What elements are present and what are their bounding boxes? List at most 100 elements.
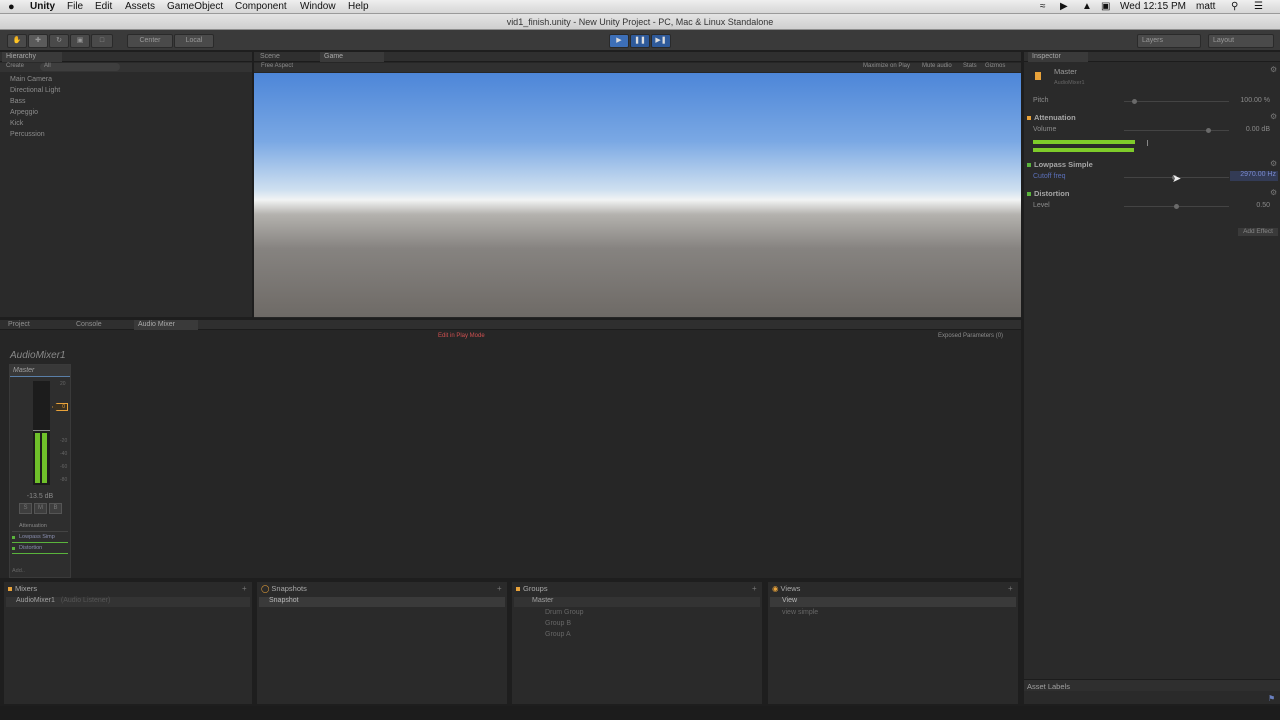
mute-button[interactable]: M [34, 503, 47, 514]
group-item[interactable]: Drum Group [545, 609, 584, 616]
tab-audio-mixer[interactable]: Audio Mixer [134, 320, 198, 330]
aspect-dropdown[interactable]: Free Aspect [261, 63, 293, 69]
hierarchy-item[interactable]: Directional Light [10, 87, 60, 94]
notifications-icon[interactable]: ☰ [1254, 1, 1263, 12]
menu-component[interactable]: Component [235, 1, 287, 12]
play-button-icon[interactable]: ▶ [609, 34, 629, 48]
hierarchy-item[interactable]: Bass [10, 98, 26, 105]
menu-file[interactable]: File [67, 1, 83, 12]
hierarchy-item[interactable]: Percussion [10, 131, 45, 138]
view-item[interactable]: View [770, 597, 1016, 607]
attenuation-section-header[interactable]: Attenuation [1027, 113, 1076, 122]
group-item[interactable]: Group A [545, 631, 571, 638]
exposed-parameters-dropdown[interactable]: Exposed Parameters (0) [938, 333, 1003, 339]
settings-gear-icon[interactable]: ⚙ [1270, 65, 1277, 74]
menu-help[interactable]: Help [348, 1, 369, 12]
spotlight-icon[interactable]: ⚲ [1231, 1, 1238, 12]
add-snapshot-icon[interactable]: + [497, 584, 502, 593]
add-effect-button[interactable]: Add Effect [1237, 227, 1279, 237]
attenuation-title: Attenuation [1034, 113, 1076, 122]
tab-console[interactable]: Console [72, 320, 132, 330]
distortion-gear-icon[interactable]: ⚙ [1270, 188, 1277, 197]
mute-audio-toggle[interactable]: Mute audio [922, 63, 952, 69]
pitch-slider-knob[interactable] [1132, 99, 1137, 104]
step-button-icon[interactable]: ▶❚ [651, 34, 671, 48]
tag-icon[interactable]: ⚑ [1268, 694, 1275, 703]
lowpass-section-header[interactable]: Lowpass Simple [1027, 160, 1093, 169]
effect-slot-attenuation[interactable]: Attenuation [12, 523, 68, 532]
hierarchy-item[interactable]: Kick [10, 120, 23, 127]
game-view-viewport[interactable] [254, 73, 1021, 317]
distortion-section-header[interactable]: Distortion [1027, 189, 1069, 198]
menu-assets[interactable]: Assets [125, 1, 155, 12]
level-slider-knob[interactable] [1174, 204, 1179, 209]
hand-tool-icon[interactable]: ✋ [7, 34, 27, 48]
tab-inspector[interactable]: Inspector [1028, 52, 1088, 62]
layout-dropdown[interactable]: Layout [1208, 34, 1274, 48]
volume-value[interactable]: 0.00 dB [1230, 126, 1270, 133]
move-tool-icon[interactable]: ✚ [28, 34, 48, 48]
lowpass-gear-icon[interactable]: ⚙ [1270, 159, 1277, 168]
app-menu[interactable]: Unity [30, 1, 55, 12]
mixer-list-item[interactable]: AudioMixer1 (Audio Listener) [6, 597, 250, 607]
menu-gameobject[interactable]: GameObject [167, 1, 223, 12]
attenuation-gear-icon[interactable]: ⚙ [1270, 112, 1277, 121]
hierarchy-item[interactable]: Arpeggio [10, 109, 38, 116]
group-item-master[interactable]: Master [514, 597, 760, 607]
effect-slot-distortion[interactable]: Distortion [12, 545, 68, 554]
apple-menu-icon[interactable]: ● [8, 1, 15, 13]
maximize-on-play-toggle[interactable]: Maximize on Play [863, 63, 910, 69]
pivot-center-button[interactable]: Center [127, 34, 173, 48]
level-value[interactable]: 0.50 [1230, 202, 1270, 209]
game-tabbar: Scene Game [254, 52, 1021, 62]
snapshots-header: ◯ Snapshots [261, 584, 307, 594]
calendar-icon[interactable]: ▣ [1101, 1, 1110, 12]
volume-meter-right [1033, 148, 1134, 152]
bypass-button[interactable]: B [49, 503, 62, 514]
add-mixer-icon[interactable]: + [242, 584, 247, 593]
cutoff-value-field[interactable]: 2970.00 Hz [1230, 171, 1278, 181]
rect-tool-icon[interactable]: □ [91, 34, 113, 48]
wifi-icon[interactable]: ≈ [1040, 1, 1046, 12]
scale-tool-icon[interactable]: ▣ [70, 34, 90, 48]
tab-project[interactable]: Project [4, 320, 64, 330]
volume-slider-knob[interactable] [1206, 128, 1211, 133]
layers-dropdown[interactable]: Layers [1137, 34, 1201, 48]
tab-hierarchy[interactable]: Hierarchy [2, 52, 62, 62]
solo-button[interactable]: S [19, 503, 32, 514]
pivot-local-button[interactable]: Local [174, 34, 214, 48]
add-effect-button[interactable]: Add.. [12, 568, 25, 574]
add-group-icon[interactable]: + [752, 584, 757, 593]
pitch-slider[interactable] [1124, 99, 1229, 104]
hierarchy-search-input[interactable]: All [40, 63, 120, 71]
snapshot-item[interactable]: Snapshot [259, 597, 505, 607]
tab-scene[interactable]: Scene [256, 52, 316, 62]
menu-window[interactable]: Window [300, 1, 336, 12]
group-item[interactable]: Group B [545, 620, 571, 627]
asset-labels-header[interactable]: Asset Labels [1024, 679, 1280, 691]
volume-slider[interactable] [1124, 128, 1229, 133]
window-title: vid1_finish.unity - New Unity Project - … [506, 17, 774, 27]
pause-button-icon[interactable]: ❚❚ [630, 34, 650, 48]
master-channel-strip[interactable]: Master 0 20 -20 -40 -60 -80 -13.5 dB S M… [9, 364, 71, 578]
rotate-tool-icon[interactable]: ↻ [49, 34, 69, 48]
groups-title: Groups [523, 584, 548, 593]
view-item[interactable]: view simple [782, 609, 818, 616]
user-name[interactable]: matt [1196, 1, 1215, 12]
gizmos-dropdown[interactable]: Gizmos [985, 63, 1005, 69]
pitch-value[interactable]: 100.00 % [1230, 97, 1270, 104]
stats-toggle[interactable]: Stats [963, 63, 977, 69]
tab-game[interactable]: Game [320, 52, 384, 62]
edit-in-play-mode-toggle[interactable]: Edit in Play Mode [438, 333, 485, 339]
eject-icon[interactable]: ▲ [1082, 1, 1092, 12]
fader-handle[interactable]: 0 [52, 403, 68, 411]
effect-slot-lowpass[interactable]: Lowpass Simp [12, 534, 68, 543]
volume-icon[interactable]: ▶ [1060, 1, 1068, 12]
hierarchy-item[interactable]: Main Camera [10, 76, 52, 83]
clock[interactable]: Wed 12:15 PM [1120, 1, 1186, 12]
groups-panel: Groups + Master Drum Group Group B Group… [512, 582, 762, 704]
add-view-icon[interactable]: + [1008, 584, 1013, 593]
level-slider[interactable] [1124, 204, 1229, 209]
menu-edit[interactable]: Edit [95, 1, 112, 12]
create-dropdown[interactable]: Create [6, 63, 24, 69]
